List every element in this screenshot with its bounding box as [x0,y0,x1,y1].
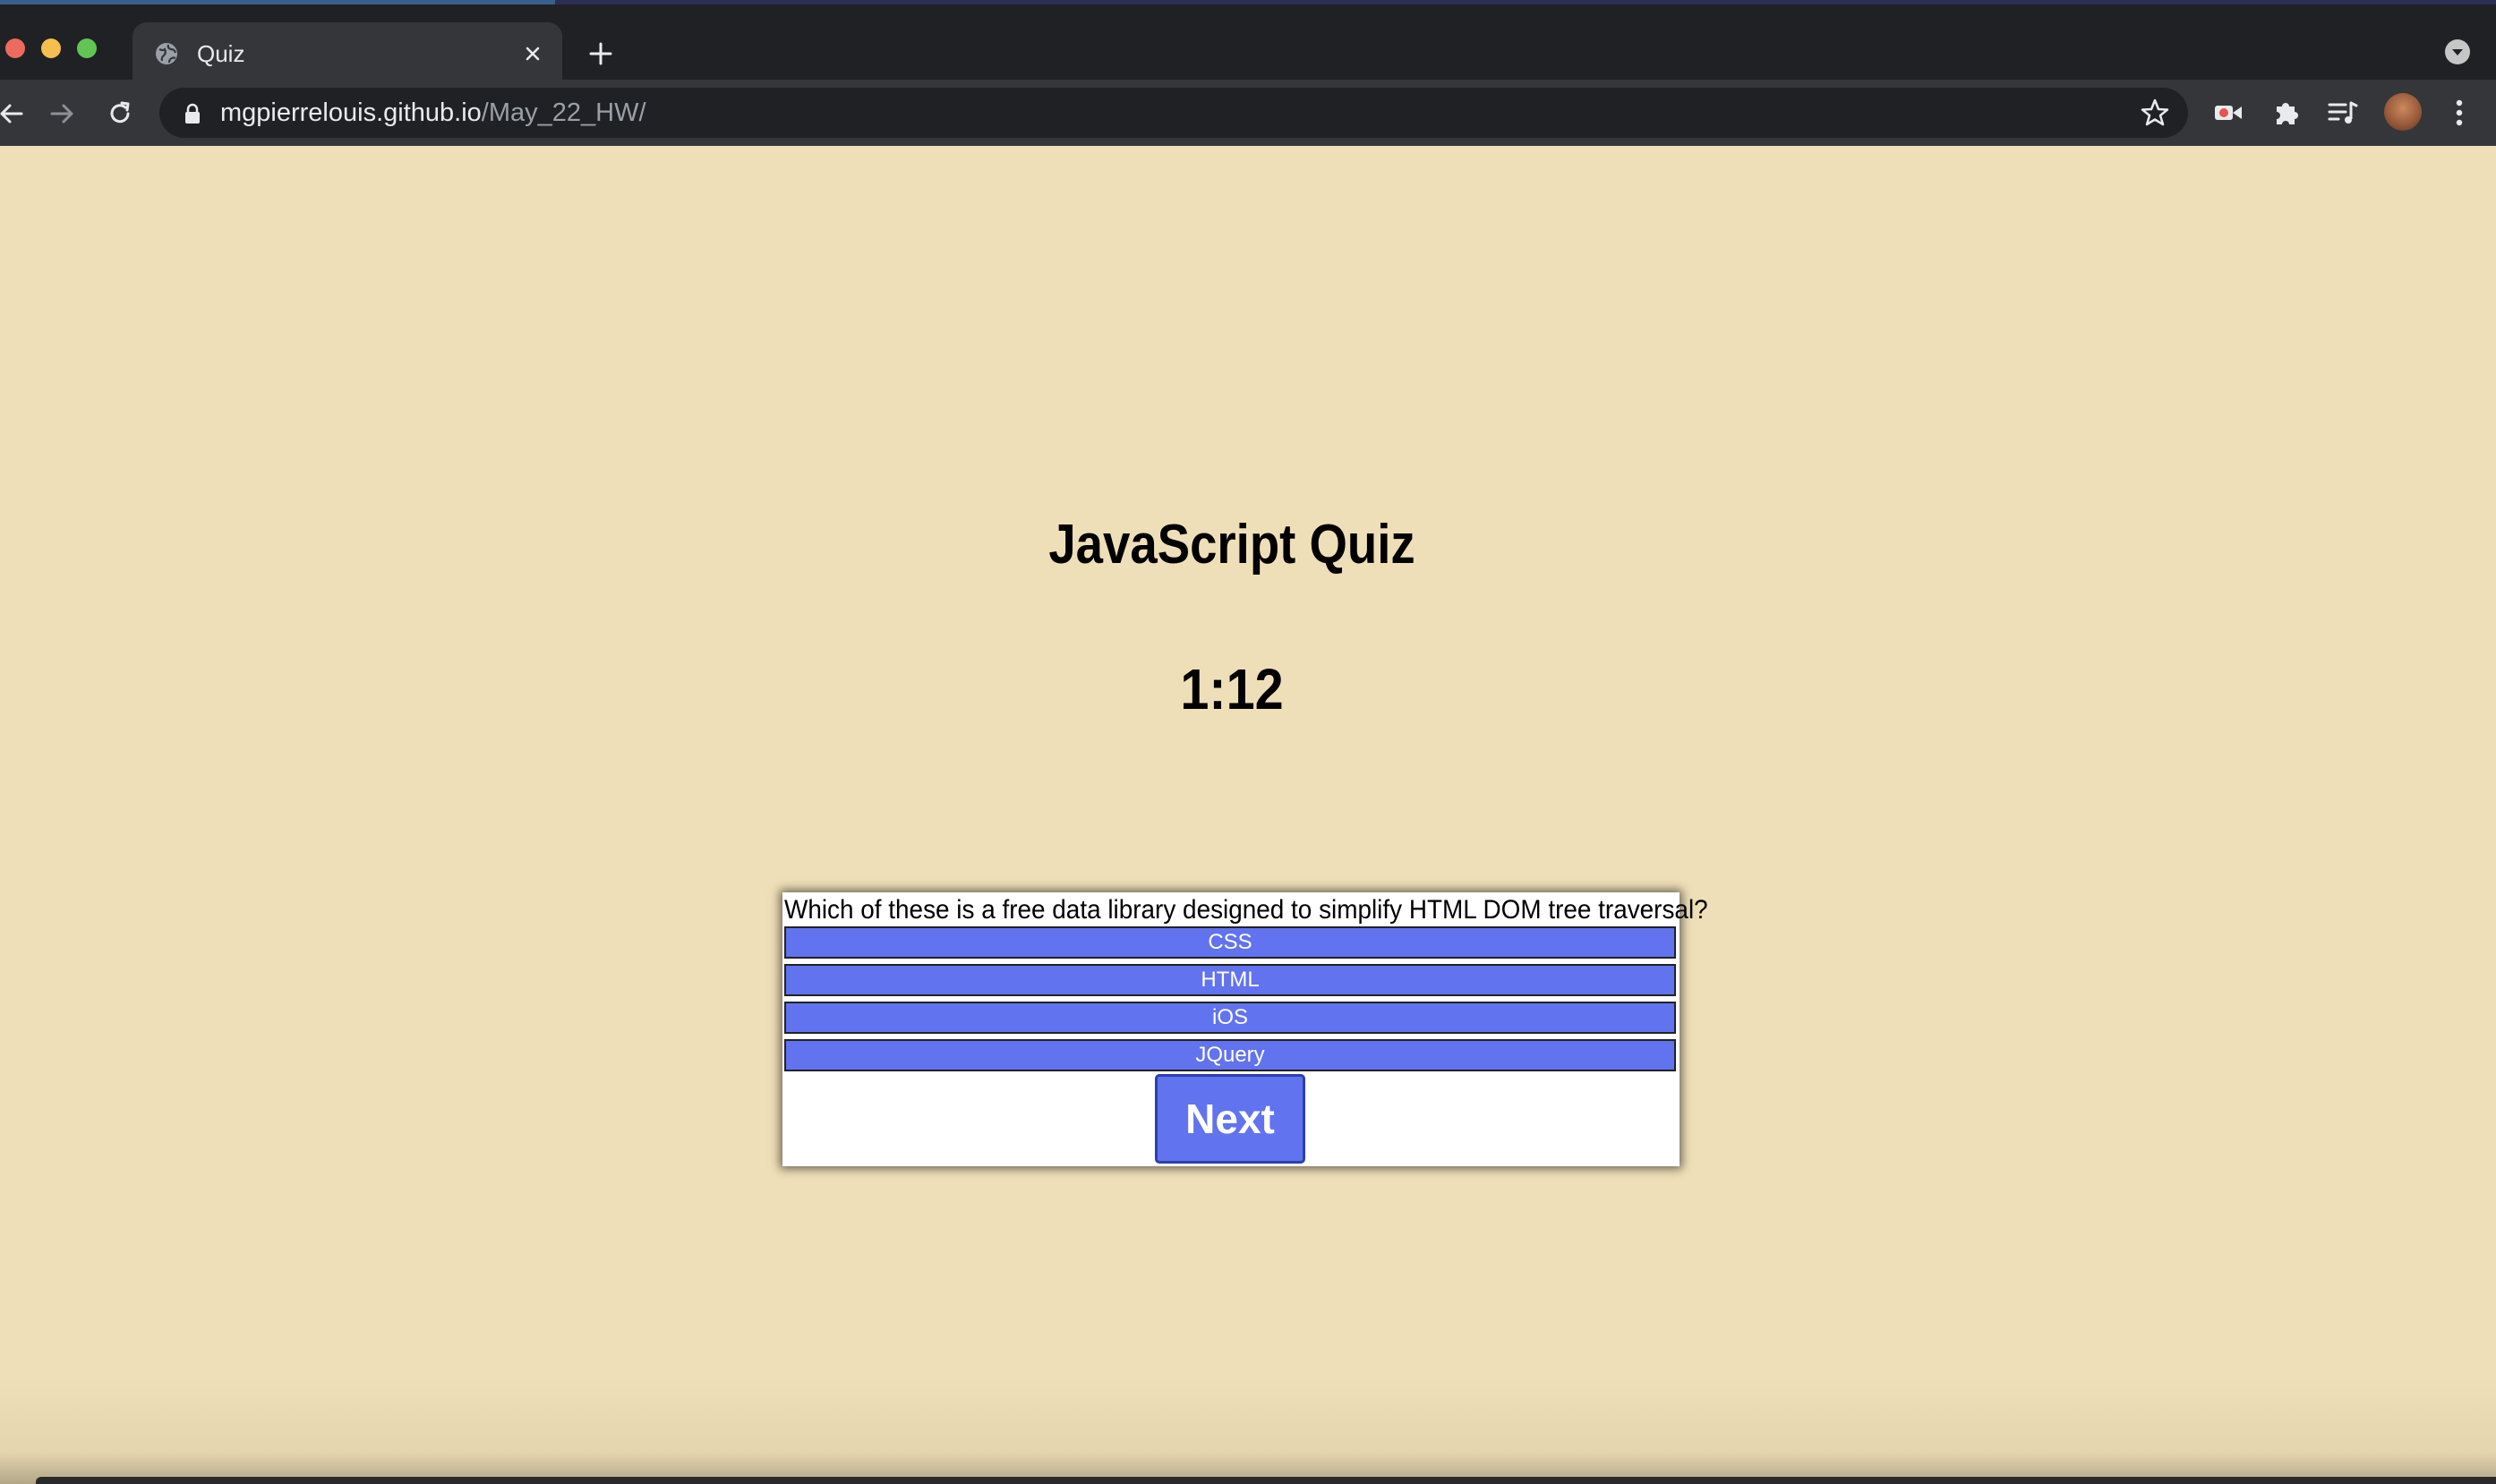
answer-option-ios[interactable]: iOS [784,1002,1676,1034]
maximize-window-button[interactable] [77,38,97,58]
address-bar[interactable]: mgpierrelouis.github.io/May_22_HW/ [159,88,2188,138]
globe-icon [156,43,177,64]
bookmark-star-icon[interactable] [2138,96,2172,130]
countdown-timer: 1:12 [1180,657,1284,721]
profile-avatar[interactable] [2384,93,2422,131]
media-queue-icon[interactable] [2324,94,2362,132]
new-tab-icon[interactable] [584,37,618,71]
url-host: mgpierrelouis.github.io [220,98,482,127]
browser-toolbar: mgpierrelouis.github.io/May_22_HW/ [0,80,2496,146]
page-content: JavaScript Quiz 1:12 Which of these is a… [0,146,2496,1484]
url-text[interactable]: mgpierrelouis.github.io/May_22_HW/ [220,97,646,129]
more-menu-icon[interactable] [2440,94,2478,132]
browser-tab-quiz[interactable]: Quiz [132,22,562,84]
back-arrow-icon[interactable] [0,96,30,132]
window-bottom-edge [36,1477,2496,1484]
extensions-puzzle-icon[interactable] [2268,94,2305,132]
answer-option-html[interactable]: HTML [784,964,1676,996]
lock-icon[interactable] [183,102,202,125]
window-top-edge-accent [0,0,555,4]
tab-strip: Quiz [0,4,2496,84]
quiz-card: Which of these is a free data library de… [782,892,1708,1166]
reload-icon[interactable] [102,96,138,132]
question-text: Which of these is a free data library de… [784,895,1708,925]
answer-option-css[interactable]: CSS [784,926,1676,959]
minimize-window-button[interactable] [41,38,61,58]
quiz-title: JavaScript Quiz [1048,514,1415,576]
window-bottom-shadow [0,1378,2496,1484]
next-button[interactable]: Next [1155,1074,1305,1164]
screen-recorder-extension-icon[interactable] [2210,94,2247,132]
browser-chrome: Quiz mgpierrelouis.github.io/May_22_HW/ [0,0,2496,146]
close-window-button[interactable] [5,38,25,58]
close-tab-icon[interactable] [517,38,548,69]
answer-option-jquery[interactable]: JQuery [784,1039,1676,1071]
url-path: /May_22_HW/ [481,98,646,127]
tab-search-icon[interactable] [2442,37,2473,67]
forward-arrow-icon[interactable] [45,96,81,132]
tab-title: Quiz [197,40,245,67]
